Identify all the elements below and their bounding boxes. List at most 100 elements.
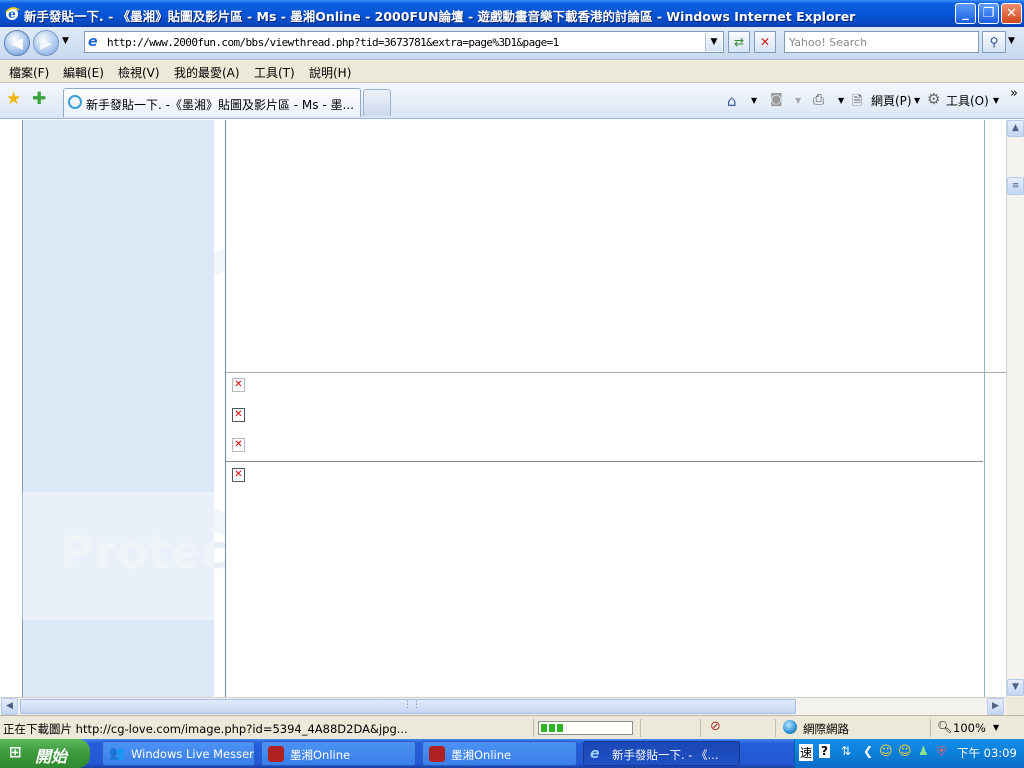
menu-view[interactable]: 檢視(V) [118,64,160,81]
divider [226,372,1006,373]
menu-bar: 檔案(F) 編輯(E) 檢視(V) 我的最愛(A) 工具(T) 說明(H) [0,60,1024,83]
status-bar: 正在下載圖片 http://cg-love.com/image.php?id=5… [0,715,1024,739]
title-bar: e 新手發貼一下. - 《墨湘》貼圖及影片區 - Ms - 墨湘Online -… [0,0,1024,27]
address-url: http://www.2000fun.com/bbs/viewthread.ph… [107,36,559,49]
broken-image-icon: ✕ [232,378,245,392]
task-label: 墨湘Online [451,748,512,762]
ie-icon: e [590,746,600,762]
add-favorites-icon[interactable]: ✚ [32,89,46,109]
task-label: Windows Live Messen... [131,747,255,761]
horizontal-scroll-thumb[interactable]: ⋮⋮ [20,699,796,714]
divider [533,719,534,737]
zoom-dropdown-icon[interactable]: ▼ [993,723,999,732]
security-shield-icon[interactable]: ⛨ [937,744,946,759]
menu-favorites[interactable]: 我的最愛(A) [174,64,240,81]
search-icon[interactable]: ⚲ [982,31,1006,53]
menu-file[interactable]: 檔案(F) [9,64,49,81]
tab-loading-icon [68,95,82,109]
search-placeholder: Yahoo! Search [789,36,868,49]
messenger-tray-icon[interactable]: ♟ [918,744,929,758]
print-dropdown-icon[interactable]: ▼ [838,96,844,105]
task-label: 墨湘Online [290,748,351,762]
page-ie-icon: e [88,34,98,50]
home-dropdown-icon[interactable]: ▼ [751,96,757,105]
scroll-right-button[interactable]: ▶ [987,698,1004,715]
page-dropdown-icon[interactable]: ▼ [914,96,920,105]
tab-active-label: 新手發貼一下. -《墨湘》貼圖及影片區 - Ms - 墨... [86,98,354,112]
network-icon[interactable]: ⇅ [841,744,851,758]
post-panel: ✕ ✕ ✕ ✕ [225,120,1006,697]
tray-expand-icon[interactable]: ❮ [863,744,873,758]
tools-dropdown-icon[interactable]: ▼ [993,96,999,105]
scroll-corner [1006,697,1024,715]
zone-label: 網際網路 [803,722,849,736]
vertical-scrollbar[interactable]: ▲ ≡ ▼ [1006,120,1024,697]
progress-block [541,724,547,732]
back-button[interactable]: ◀ [4,30,30,56]
broken-image-icon: ✕ [232,438,245,452]
zoom-icon[interactable]: 🔍︎ [937,720,952,734]
chevron-more-icon[interactable]: » [1010,86,1018,101]
search-options-icon[interactable]: ▼ [1008,36,1015,46]
forward-button[interactable]: ▶ [33,30,59,56]
broken-image-icon: ✕ [232,468,245,482]
task-messenger[interactable]: 👥 Windows Live Messen... [102,741,255,766]
task-label: 新手發貼一下. - 《... [612,748,719,762]
internet-zone-icon [783,720,797,734]
vertical-scroll-thumb[interactable]: ≡ [1007,177,1024,195]
ime-icon[interactable]: 速 [799,744,814,761]
divider [930,719,931,737]
start-button[interactable]: ⊞ 開始 [0,739,90,768]
horizontal-scrollbar[interactable]: ◀ ⋮⋮ ▶ [0,697,1006,715]
divider [700,719,701,737]
favorites-star-icon[interactable]: ★ [6,89,21,109]
tab-active[interactable]: 新手發貼一下. -《墨湘》貼圖及影片區 - Ms - 墨... [63,88,361,117]
menu-help[interactable]: 說明(H) [309,64,351,81]
scroll-left-button[interactable]: ◀ [1,698,18,715]
smiley-icon[interactable]: ☺ [898,744,912,759]
privacy-icon[interactable]: ⊘ [710,719,721,734]
tools-menu[interactable]: 工具(O) [946,92,989,109]
system-tray: 速 ? ⇅ ❮ ☺ ☺ ♟ ⛨ 下午 03:09 [794,739,1024,768]
close-window-button[interactable]: ✕ [1001,3,1022,24]
minimize-button[interactable]: _ [955,3,976,24]
progress-block [557,724,563,732]
progress-bar [538,721,633,735]
task-game-2[interactable]: 墨湘Online [422,741,577,766]
search-input[interactable]: Yahoo! Search [784,31,979,53]
divider [640,719,641,737]
help-icon[interactable]: ? [819,744,830,758]
windows-logo-icon: ⊞ [9,743,22,761]
menu-edit[interactable]: 編輯(E) [63,64,104,81]
menu-tools[interactable]: 工具(T) [254,64,295,81]
feeds-dropdown-icon[interactable]: ▼ [795,96,801,105]
home-icon[interactable]: ⌂ [727,92,737,110]
address-bar[interactable]: e http://www.2000fun.com/bbs/viewthread.… [84,31,724,53]
zoom-level[interactable]: 100% [953,721,986,735]
divider [775,719,776,737]
task-browser[interactable]: e 新手發貼一下. - 《... [583,741,740,766]
task-game-1[interactable]: 墨湘Online [261,741,416,766]
scroll-down-button[interactable]: ▼ [1007,679,1024,696]
smiley-icon[interactable]: ☺ [879,744,893,759]
page-menu[interactable]: 網頁(P) [871,92,912,109]
taskbar: ⊞ 開始 👥 Windows Live Messen... 墨湘Online 墨… [0,739,1024,768]
divider [226,461,983,462]
broken-image-icon: ✕ [232,408,245,422]
stop-button[interactable]: ✕ [754,31,776,53]
refresh-button[interactable]: ⇄ [728,31,750,53]
feeds-icon[interactable]: ◙ [770,92,783,107]
address-dropdown-icon[interactable]: ▼ [705,33,722,51]
scroll-up-button[interactable]: ▲ [1007,120,1024,137]
window-title: 新手發貼一下. - 《墨湘》貼圖及影片區 - Ms - 墨湘Online - 2… [24,9,856,24]
grip-icon: ⋮⋮ [403,700,421,710]
gear-icon[interactable]: ⚙ [927,90,940,108]
page-icon[interactable]: 🗎 [852,92,862,114]
status-text: 正在下載圖片 http://cg-love.com/image.php?id=5… [3,722,408,736]
watermark-band [0,492,214,620]
history-dropdown-icon[interactable]: ▼ [62,36,69,46]
new-tab-button[interactable] [363,89,391,116]
game-icon [429,746,445,762]
restore-button[interactable]: ❐ [978,3,999,24]
print-icon[interactable]: ⎙ [813,92,824,108]
